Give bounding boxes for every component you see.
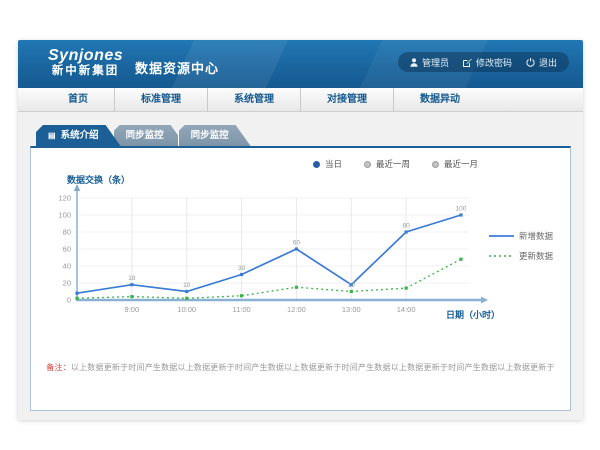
nav-item-home[interactable]: 首页 [42, 88, 115, 111]
svg-text:100: 100 [58, 211, 71, 220]
edit-icon [463, 58, 472, 67]
svg-text:30: 30 [238, 265, 246, 272]
logout-button[interactable]: 退出 [526, 56, 557, 69]
brand-logo: Synjones 新中新集团 [48, 47, 123, 78]
radio-unselected-icon [432, 161, 439, 168]
svg-text:更新数据: 更新数据 [519, 251, 554, 261]
user-actions-bar: 管理员 修改密码 退出 [398, 52, 569, 72]
svg-text:13:00: 13:00 [342, 305, 361, 314]
svg-text:0: 0 [67, 296, 71, 305]
svg-text:12:00: 12:00 [287, 305, 306, 314]
radio-today-label: 当日 [325, 158, 342, 170]
change-password-label: 修改密码 [476, 56, 512, 69]
brand-logo-en: Synjones [48, 47, 123, 64]
radio-today[interactable]: 当日 [313, 158, 342, 170]
brand-logo-cn: 新中新集团 [48, 64, 123, 78]
svg-text:100: 100 [456, 206, 467, 213]
svg-text:10: 10 [348, 282, 356, 289]
tab-sync-monitor-2[interactable]: 同步监控 [178, 125, 251, 146]
tab-sync-monitor-1-label: 同步监控 [126, 125, 164, 146]
svg-text:60: 60 [63, 245, 71, 254]
tab-sync-monitor-1[interactable]: 同步监控 [113, 125, 186, 146]
svg-text:9:00: 9:00 [125, 305, 140, 314]
nav-item-interface-mgmt[interactable]: 对接管理 [301, 88, 394, 111]
app-window: Synjones 新中新集团 数据资源中心 管理员 修改密码 [18, 40, 583, 420]
power-icon [526, 58, 535, 67]
admin-user-label: 管理员 [422, 56, 449, 69]
nav-item-standard-mgmt[interactable]: 标准管理 [115, 88, 208, 111]
chart-svg: 0 20 40 60 80 100 120 9:00 10:00 11:00 12:00 13:00 1… [41, 172, 581, 337]
svg-text:60: 60 [293, 240, 301, 247]
svg-text:20: 20 [63, 279, 71, 288]
footnote-text: 以上数据更新于时间产生数据以上数据更新于时间产生数据以上数据更新于时间产生数据以… [71, 363, 555, 372]
radio-last-month[interactable]: 最近一月 [432, 158, 478, 170]
page: Synjones 新中新集团 数据资源中心 管理员 修改密码 [0, 0, 600, 450]
svg-text:10:00: 10:00 [177, 305, 196, 314]
tab-sync-monitor-2-label: 同步监控 [191, 125, 229, 146]
tab-system-intro[interactable]: ▤ 系统介绍 [36, 125, 121, 146]
radio-last-month-label: 最近一月 [444, 158, 478, 170]
nav-item-data-change[interactable]: 数据异动 [394, 88, 486, 111]
svg-text:14:00: 14:00 [397, 305, 416, 314]
tab-system-intro-label: 系统介绍 [61, 125, 99, 146]
svg-text:18: 18 [128, 275, 136, 282]
radio-unselected-icon [364, 161, 371, 168]
footnote: 备注：以上数据更新于时间产生数据以上数据更新于时间产生数据以上数据更新于时间产生… [31, 362, 570, 373]
time-range-filter: 当日 最近一周 最近一月 [31, 158, 478, 170]
radio-last-week[interactable]: 最近一周 [364, 158, 410, 170]
footnote-prefix: 备注： [46, 363, 71, 372]
svg-text:日期（小时）: 日期（小时） [446, 309, 500, 320]
logout-label: 退出 [539, 56, 557, 69]
app-title: 数据资源中心 [135, 58, 219, 77]
svg-text:新增数据: 新增数据 [519, 231, 554, 241]
app-header: Synjones 新中新集团 数据资源中心 管理员 修改密码 [18, 40, 583, 88]
svg-text:80: 80 [63, 228, 71, 237]
svg-text:80: 80 [403, 223, 411, 230]
svg-text:40: 40 [63, 262, 71, 271]
change-password-button[interactable]: 修改密码 [463, 56, 512, 69]
main-nav: 首页 标准管理 系统管理 对接管理 数据异动 [18, 88, 583, 112]
svg-text:120: 120 [58, 194, 71, 203]
line-chart: 0 20 40 60 80 100 120 9:00 10:00 11:00 12:00 13:00 1… [41, 172, 570, 342]
content-panel: 当日 最近一周 最近一月 0 20 40 60 80 100 120 9:00 10:00 11:… [30, 146, 571, 411]
tab-bar: ▤ 系统介绍 同步监控 同步监控 [30, 125, 571, 146]
radio-last-week-label: 最近一周 [376, 158, 410, 170]
svg-text:数据交换（条）: 数据交换（条） [67, 174, 130, 185]
content-area: ▤ 系统介绍 同步监控 同步监控 当日 [18, 125, 583, 411]
nav-item-system-mgmt[interactable]: 系统管理 [208, 88, 301, 111]
radio-selected-icon [313, 161, 320, 168]
svg-text:10: 10 [183, 282, 191, 289]
user-icon [410, 58, 418, 67]
svg-text:11:00: 11:00 [232, 305, 250, 314]
document-icon: ▤ [48, 132, 56, 140]
admin-user-button[interactable]: 管理员 [410, 56, 449, 69]
